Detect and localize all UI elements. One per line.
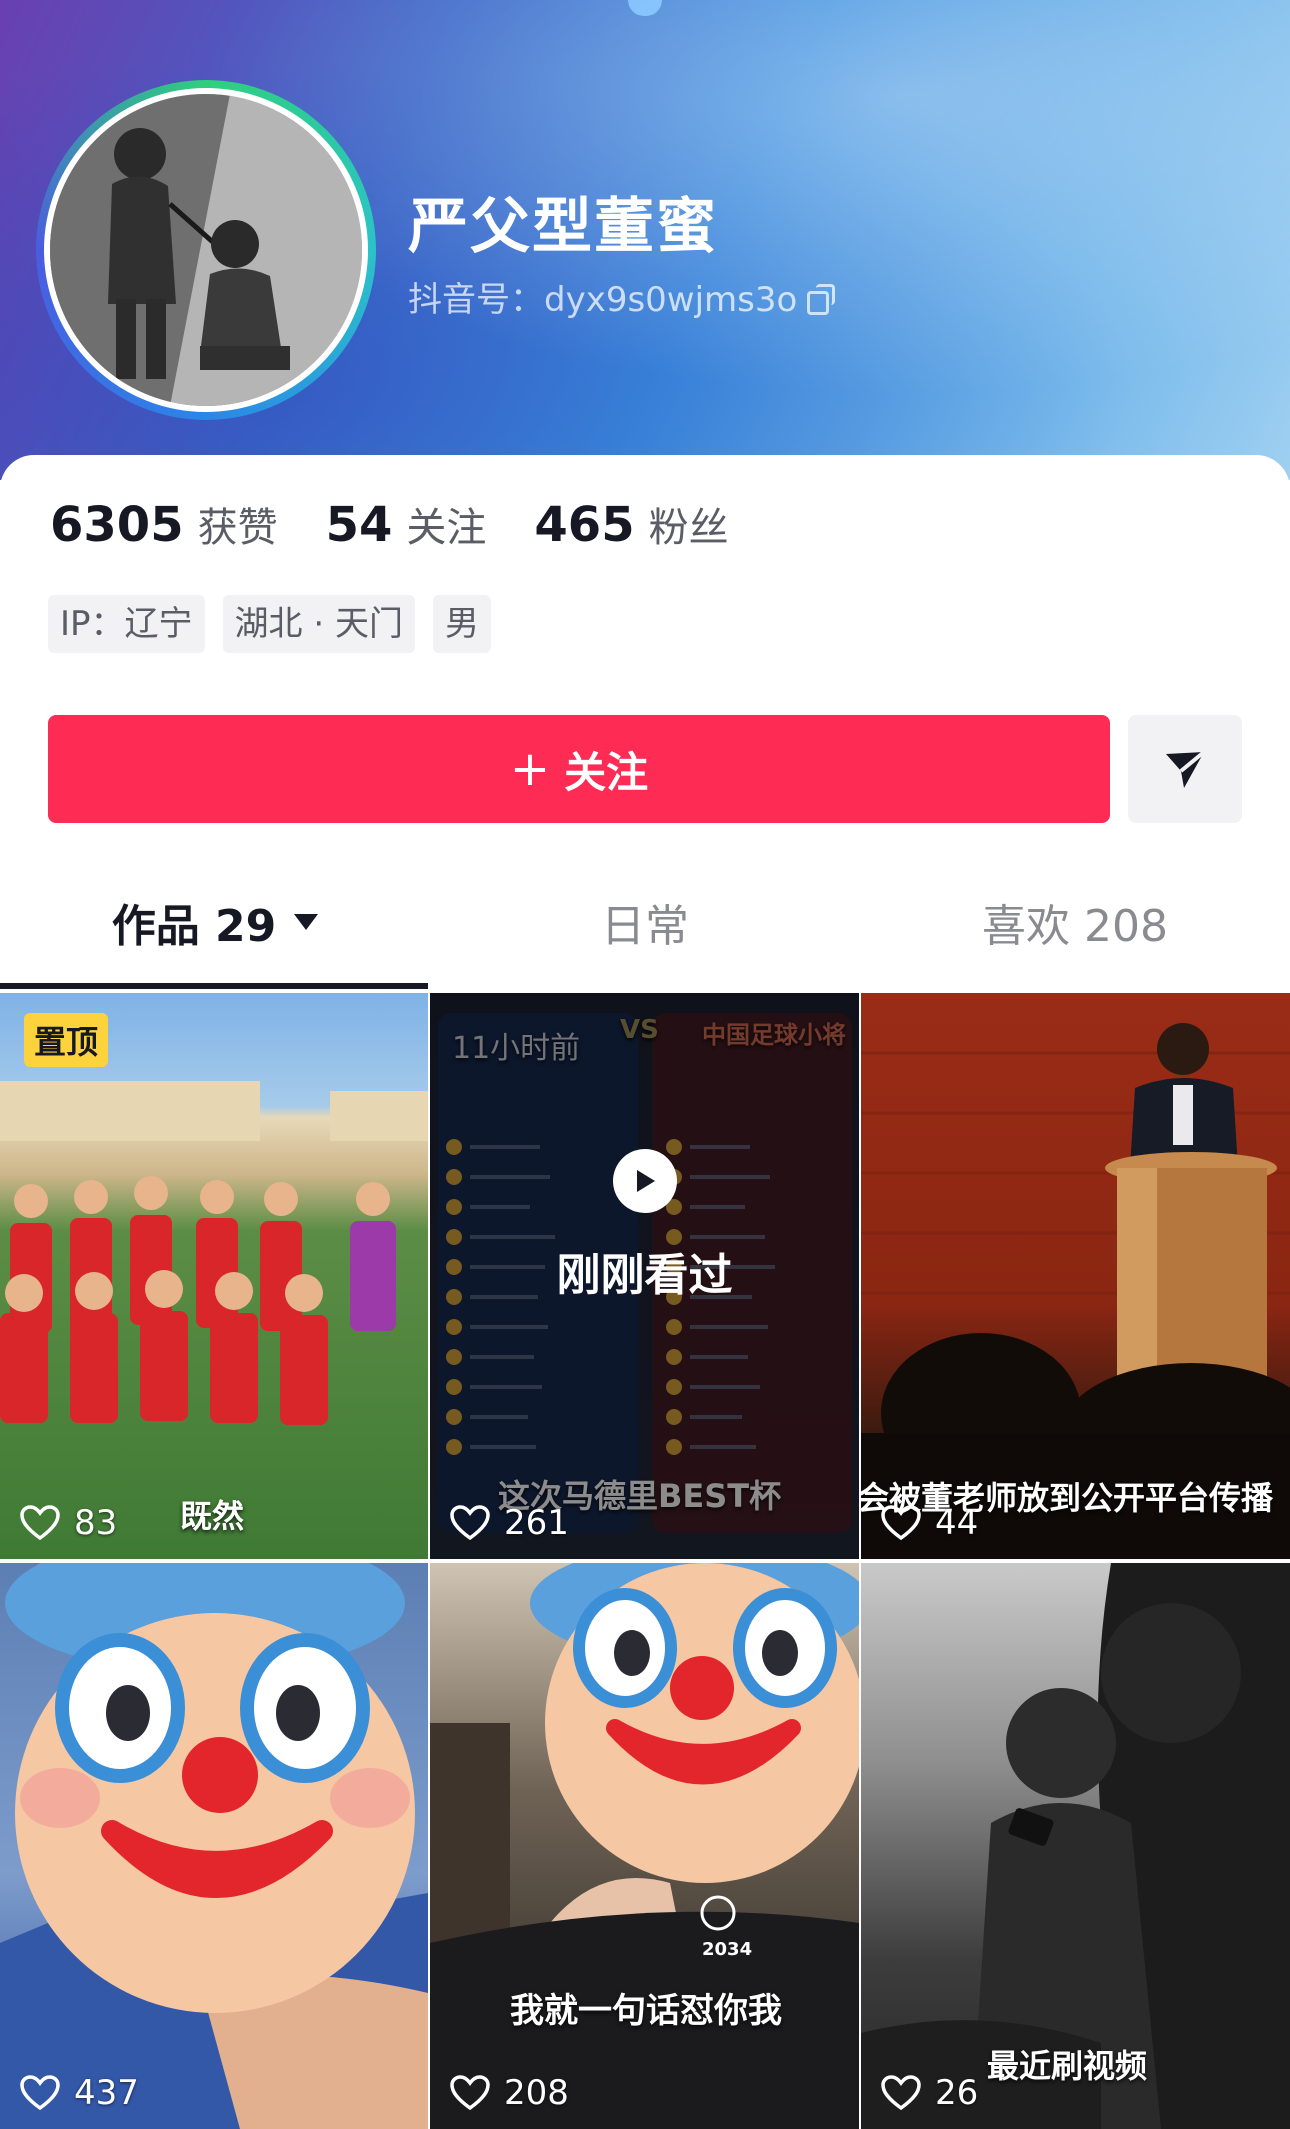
share-button[interactable]	[1128, 715, 1242, 823]
video-thumbnail[interactable]: 11小时前 VS 中国足球小将 这次马德里BEST杯 刚刚看过 261	[430, 993, 859, 1559]
send-icon	[1166, 750, 1206, 788]
like-count-value: 26	[935, 2073, 979, 2113]
following-label: 关注	[406, 505, 487, 551]
hometown-tag: 湖北 · 天门	[222, 595, 415, 653]
follow-label: 关注	[564, 747, 649, 797]
avatar[interactable]	[44, 88, 368, 412]
pinned-badge: 置顶	[24, 1013, 109, 1067]
avatar-ring[interactable]	[36, 80, 376, 420]
like-count: 437	[20, 2073, 139, 2113]
video-thumbnail[interactable]: 437	[0, 1563, 428, 2129]
svg-text:2034: 2034	[702, 1939, 752, 1960]
video-caption: 我就一句话怼你我	[510, 1991, 782, 2031]
heart-icon	[881, 2075, 921, 2111]
like-count: 44	[881, 1503, 978, 1543]
like-count: 261	[450, 1503, 569, 1543]
followers-count: 465	[534, 497, 635, 553]
profile-header: 严父型董蜜 抖音号：dyx9s0wjms3o	[0, 0, 1290, 480]
video-caption: 最近刷视频	[987, 2047, 1148, 2085]
heart-icon	[20, 2075, 60, 2111]
followers-stat[interactable]: 465 粉丝	[534, 495, 728, 553]
tab-daily[interactable]: 日常	[430, 867, 860, 977]
pull-indicator	[628, 0, 662, 16]
like-count-value: 261	[504, 1503, 569, 1543]
ip-location-tag: IP：辽宁	[48, 595, 205, 653]
profile-page: 严父型董蜜 抖音号：dyx9s0wjms3o 6305 获赞 54 关注 465…	[0, 0, 1290, 2129]
like-count-value: 44	[935, 1503, 979, 1543]
video-caption: 既然	[180, 1497, 245, 1535]
recently-watched-label: 刚刚看过	[556, 1250, 733, 1301]
play-icon	[612, 1149, 677, 1213]
like-count: 208	[450, 2073, 569, 2113]
video-thumbnail[interactable]: 会被董老师放到公开平台传播 44	[861, 993, 1290, 1559]
caret-down-icon	[294, 914, 319, 930]
tab-daily-label: 日常	[601, 901, 689, 952]
profile-card: 6305 获赞 54 关注 465 粉丝 IP：辽宁 湖北 · 天门 男 + 关…	[0, 455, 1290, 2129]
tab-liked[interactable]: 喜欢 208	[860, 867, 1290, 977]
douyin-id-row[interactable]: 抖音号：dyx9s0wjms3o	[408, 272, 836, 321]
video-thumbnail[interactable]: 最近刷视频 26	[861, 1563, 1290, 2129]
likes-stat[interactable]: 6305 获赞	[50, 495, 278, 553]
stats-row: 6305 获赞 54 关注 465 粉丝	[50, 495, 777, 553]
like-count-value: 208	[504, 2073, 569, 2113]
douyin-id: 抖音号：dyx9s0wjms3o	[408, 280, 798, 320]
tab-liked-label: 喜欢 208	[982, 901, 1168, 952]
gender-tag: 男	[432, 595, 491, 653]
username: 严父型董蜜	[408, 192, 718, 262]
video-thumbnail[interactable]: 2034 我就一句话怼你我 208	[430, 1563, 859, 2129]
followers-label: 粉丝	[648, 505, 729, 551]
follow-button[interactable]: + 关注	[48, 715, 1110, 823]
heart-icon	[881, 1505, 921, 1541]
active-tab-indicator	[0, 983, 428, 989]
like-count-value: 83	[74, 1503, 118, 1543]
heart-icon	[450, 2075, 490, 2111]
following-count: 54	[325, 497, 393, 553]
like-count: 83	[20, 1503, 117, 1543]
like-count-value: 437	[74, 2073, 139, 2113]
copy-icon[interactable]	[807, 283, 836, 315]
likes-label: 获赞	[197, 505, 278, 551]
content-tabs: 作品 29 日常 喜欢 208	[0, 867, 1290, 977]
recently-watched-overlay: 刚刚看过	[430, 993, 859, 1559]
tab-works[interactable]: 作品 29	[0, 867, 430, 977]
like-count: 26	[881, 2073, 978, 2113]
profile-tags: IP：辽宁 湖北 · 天门 男	[48, 595, 491, 653]
plus-icon: +	[509, 741, 551, 797]
following-stat[interactable]: 54 关注	[326, 495, 487, 553]
heart-icon	[20, 1505, 60, 1541]
video-grid: 置顶 既然 83 11小时前 VS 中国足球小将 这次马德里BEST杯 刚刚看过…	[0, 993, 1290, 2129]
video-thumbnail[interactable]: 置顶 既然 83	[0, 993, 428, 1559]
heart-icon	[450, 1505, 490, 1541]
likes-count: 6305	[50, 497, 184, 553]
tab-works-label: 作品 29	[111, 901, 277, 952]
